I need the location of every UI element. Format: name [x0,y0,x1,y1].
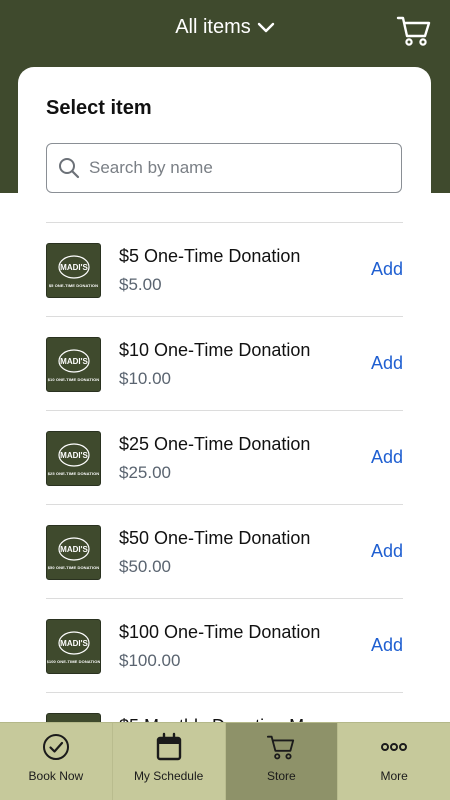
card-title: Select item [46,97,152,119]
item-price: $5.00 [119,275,162,294]
check-circle-icon [41,731,71,763]
madis-logo: MADI'S [57,536,90,561]
item-name: $25 One-Time Donation [119,434,311,454]
svg-text:MADI'S: MADI'S [60,357,88,366]
item-thumbnail: MADI'S $100 ONE-TIME DONATION [46,619,101,674]
item-name: $50 One-Time Donation [119,528,311,548]
top-bar: All items [0,0,450,60]
svg-text:MADI'S: MADI'S [60,545,88,554]
thumbnail-caption: $5 ONE-TIME DONATION [48,282,99,288]
tab-label: Store [267,769,296,783]
madis-logo: MADI'S [57,630,90,655]
item-price: $25.00 [119,463,171,482]
thumbnail-caption: $50 ONE-TIME DONATION [47,564,100,570]
search-box[interactable] [46,143,402,193]
item-thumbnail: MADI'S $50 ONE-TIME DONATION [46,525,101,580]
item-thumbnail: MADI'S $10 ONE-TIME DONATION [46,337,101,392]
svg-text:MADI'S: MADI'S [60,639,88,648]
tab-more[interactable]: More [338,723,450,800]
thumbnail-caption: $10 ONE-TIME DONATION [47,376,100,382]
item-thumbnail: MADI'S $5 ONE-TIME DONATION [46,243,101,298]
madis-logo: MADI'S [57,348,90,373]
item-thumbnail: MADI'S $25 ONE-TIME DONATION [46,431,101,486]
add-button[interactable]: Add [371,635,403,656]
list-item[interactable]: MADI'S $10 ONE-TIME DONATION $10 One-Tim… [46,316,403,410]
thumbnail-caption: $100 ONE-TIME DONATION [46,658,101,664]
calendar-icon [154,731,184,763]
tab-my-schedule[interactable]: My Schedule [113,723,226,800]
thumbnail-caption: $25 ONE-TIME DONATION [47,470,100,476]
madis-logo: MADI'S [57,254,90,279]
item-price: $10.00 [119,369,171,388]
list-item[interactable]: MADI'S $50 ONE-TIME DONATION $50 One-Tim… [46,504,403,598]
madis-logo: MADI'S [57,442,90,467]
svg-text:MADI'S: MADI'S [60,451,88,460]
svg-text:MADI'S: MADI'S [60,263,88,272]
item-price: $100.00 [119,651,181,670]
tab-store[interactable]: Store [225,723,339,800]
item-name: $5 One-Time Donation [119,246,301,266]
add-button[interactable]: Add [371,259,403,280]
add-button[interactable]: Add [371,447,403,468]
select-item-card: Select item MADI'S $5 ONE-TIME DONATION … [18,67,431,800]
item-list: MADI'S $5 ONE-TIME DONATION $5 One-Time … [46,222,403,786]
list-item[interactable]: MADI'S $25 ONE-TIME DONATION $25 One-Tim… [46,410,403,504]
chevron-down-icon [257,22,275,34]
list-item[interactable]: MADI'S $5 ONE-TIME DONATION $5 One-Time … [46,222,403,316]
item-name: $100 One-Time Donation [119,622,321,642]
tab-label: My Schedule [133,769,204,783]
search-input[interactable] [89,144,401,192]
category-dropdown[interactable]: All items [155,16,295,39]
tab-label: More [380,769,408,783]
item-name: $10 One-Time Donation [119,340,311,360]
app: All items Select item MAD [0,0,450,800]
shopping-cart-icon[interactable] [396,14,432,48]
search-icon [59,158,80,179]
bottom-nav: Book Now My Schedule Store More [0,722,450,800]
tab-label: Book Now [28,769,84,783]
tab-book-now[interactable]: Book Now [0,723,113,800]
category-label: All items [175,16,251,38]
more-dots-icon [379,731,409,763]
item-price: $50.00 [119,557,171,576]
add-button[interactable]: Add [371,353,403,374]
shopping-cart-icon [266,731,296,763]
add-button[interactable]: Add [371,541,403,562]
list-item[interactable]: MADI'S $100 ONE-TIME DONATION $100 One-T… [46,598,403,692]
